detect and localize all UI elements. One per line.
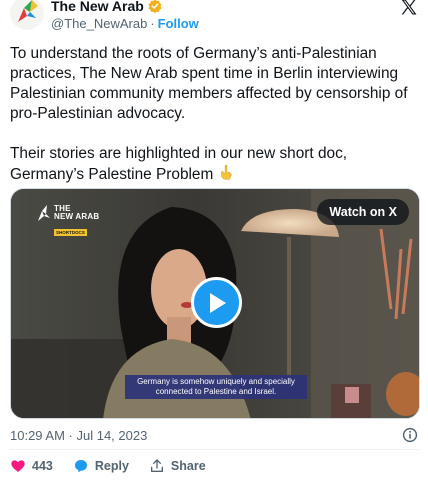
info-icon[interactable] xyxy=(402,427,418,443)
share-label: Share xyxy=(170,459,206,473)
watch-on-x-button[interactable]: Watch on X xyxy=(317,199,409,225)
share-icon xyxy=(150,459,163,472)
media-brand-logo: THE NEW ARAB SHORTDOCS xyxy=(37,205,99,239)
video-player[interactable]: THE NEW ARAB SHORTDOCS Watch on X German… xyxy=(10,188,420,419)
separator: · xyxy=(150,16,155,31)
bird-logo-icon xyxy=(38,205,50,221)
verified-badge-icon xyxy=(148,0,162,13)
heart-icon xyxy=(11,460,25,472)
tweet-header: The New Arab @The_NewArab · Follow xyxy=(0,0,428,36)
new-arab-bird-logo-icon xyxy=(18,0,38,22)
action-bar: 443 Reply Share xyxy=(10,458,226,474)
avatar[interactable] xyxy=(10,0,44,30)
backhand-index-pointing-down-icon xyxy=(221,164,233,180)
name-row: The New Arab xyxy=(51,0,162,14)
like-count: 443 xyxy=(32,459,53,473)
reply-label: Reply xyxy=(94,459,129,473)
reply-button[interactable]: Reply xyxy=(73,458,129,474)
brand-line2: NEW ARAB xyxy=(54,212,100,221)
play-icon xyxy=(209,292,226,313)
play-button[interactable] xyxy=(191,277,242,328)
tweet-body: To understand the roots of Germany’s ant… xyxy=(10,45,408,183)
follow-button[interactable]: Follow xyxy=(158,16,199,31)
tweet-text: To understand the roots of Germany’s ant… xyxy=(10,44,422,185)
divider xyxy=(10,449,420,450)
video-subtitle: Germany is somehow uniquely and speciall… xyxy=(125,375,307,399)
brand-sub: SHORTDOCS xyxy=(54,229,87,236)
display-name[interactable]: The New Arab xyxy=(51,0,144,14)
x-logo-icon[interactable] xyxy=(400,0,418,16)
tweet-timestamp[interactable]: 10:29 AM · Jul 14, 2023 xyxy=(10,428,147,443)
handle-row: @The_NewArab · Follow xyxy=(51,16,199,31)
share-button[interactable]: Share xyxy=(149,458,206,474)
reply-bubble-icon xyxy=(74,460,87,473)
handle[interactable]: @The_NewArab xyxy=(51,16,147,31)
like-button[interactable]: 443 xyxy=(10,458,53,474)
